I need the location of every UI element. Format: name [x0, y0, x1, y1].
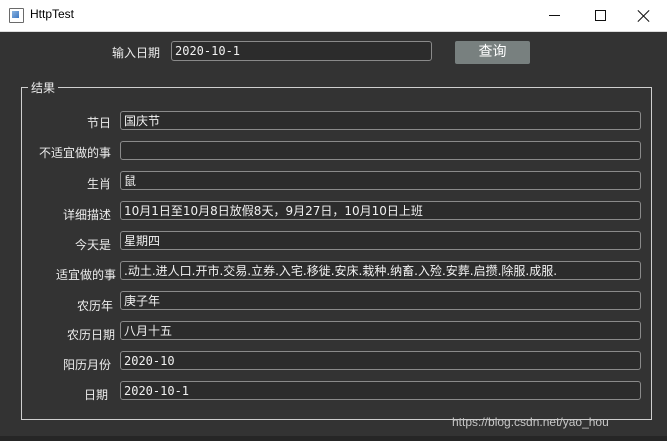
weekday-label: 今天是: [74, 238, 111, 252]
maximize-icon: [594, 10, 606, 21]
app-icon: [9, 8, 24, 23]
query-button[interactable]: 查询: [455, 41, 530, 64]
app-window: HttpTest 输入日期 2020-10-1 查询 结果 节日 国庆节 不适宜…: [0, 0, 667, 441]
weekday-field[interactable]: 星期四: [120, 231, 641, 250]
bottom-strip: [0, 436, 667, 441]
window-title: HttpTest: [30, 7, 75, 21]
result-groupbox: [21, 87, 652, 420]
watermark-text: https://blog.csdn.net/yao_hou: [452, 415, 609, 429]
description-label: 详细描述: [62, 208, 111, 222]
avoid-field[interactable]: [120, 141, 641, 160]
lunar-date-label: 农历日期: [66, 328, 115, 342]
minimize-icon: [548, 15, 560, 16]
lunar-year-label: 农历年: [76, 299, 113, 313]
close-button[interactable]: [621, 0, 667, 31]
date-field[interactable]: 2020-10-1: [120, 381, 641, 400]
zodiac-field[interactable]: 鼠: [120, 171, 641, 190]
suitable-field[interactable]: .动土.进人口.开市.交易.立券.入宅.移徙.安床.栽种.纳畜.入殓.安葬.启攒…: [120, 261, 641, 280]
lunar-year-field[interactable]: 庚子年: [120, 291, 641, 310]
date-input[interactable]: 2020-10-1: [171, 41, 432, 61]
holiday-field[interactable]: 国庆节: [120, 111, 641, 130]
close-icon: [638, 10, 650, 22]
avoid-label: 不适宜做的事: [38, 146, 111, 160]
solar-month-label: 阳历月份: [62, 358, 111, 372]
date-label: 日期: [83, 388, 108, 402]
lunar-date-field[interactable]: 八月十五: [120, 321, 641, 340]
suitable-label: 适宜做的事: [55, 268, 116, 282]
solar-month-field[interactable]: 2020-10: [120, 351, 641, 370]
description-field[interactable]: 10月1日至10月8日放假8天，9月27日，10月10日上班: [120, 201, 641, 220]
maximize-button[interactable]: [577, 0, 623, 31]
zodiac-label: 生肖: [86, 177, 111, 191]
minimize-button[interactable]: [531, 0, 577, 31]
title-bar[interactable]: HttpTest: [0, 0, 667, 32]
result-group-title: 结果: [28, 79, 59, 96]
date-input-label: 输入日期: [111, 46, 160, 60]
holiday-label: 节日: [86, 116, 111, 130]
